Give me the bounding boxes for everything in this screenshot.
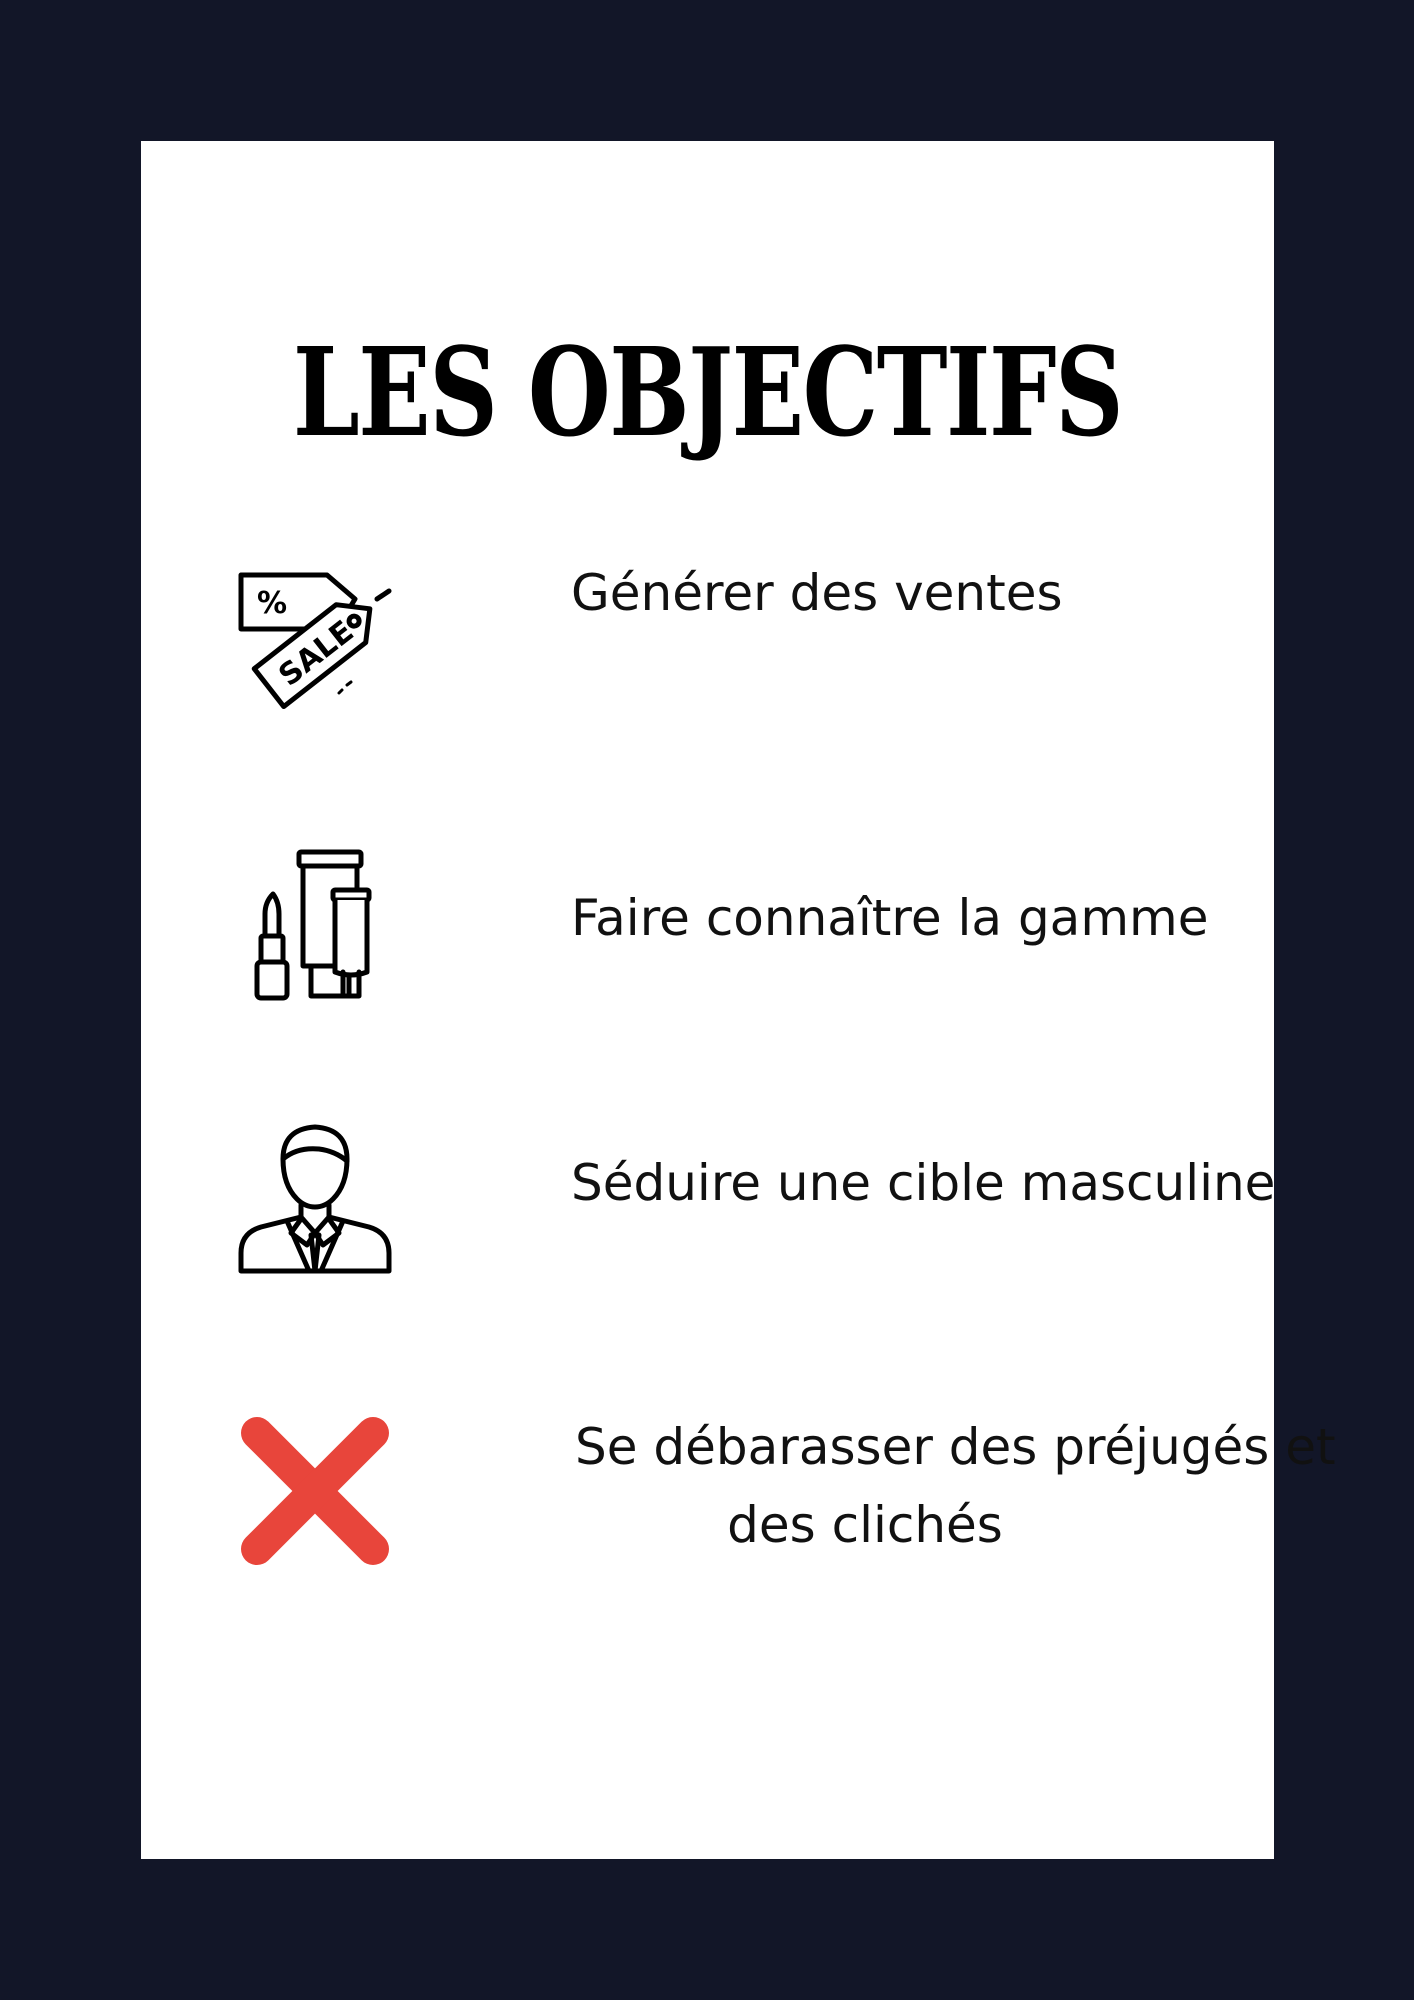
objective-label: Générer des ventes [571,564,1063,622]
sale-tag-icon: % SALE [235,561,395,721]
businessman-icon [235,1121,395,1281]
objective-label: Faire connaître la gamme [571,889,1209,947]
objective-label-line-1: Se débarasser des préjugés et [575,1418,1336,1476]
cosmetics-icon [235,846,395,1006]
page-title: LES OBJECTIFS [292,320,1124,464]
objectives-card: LES OBJECTIFS % SALE Générer des ventes [141,141,1336,1859]
objective-label-line-2: des clichés [727,1496,1003,1554]
cross-icon [235,1411,395,1571]
svg-text:%: % [257,586,287,621]
objective-label: Séduire une cible masculine [571,1154,1276,1212]
